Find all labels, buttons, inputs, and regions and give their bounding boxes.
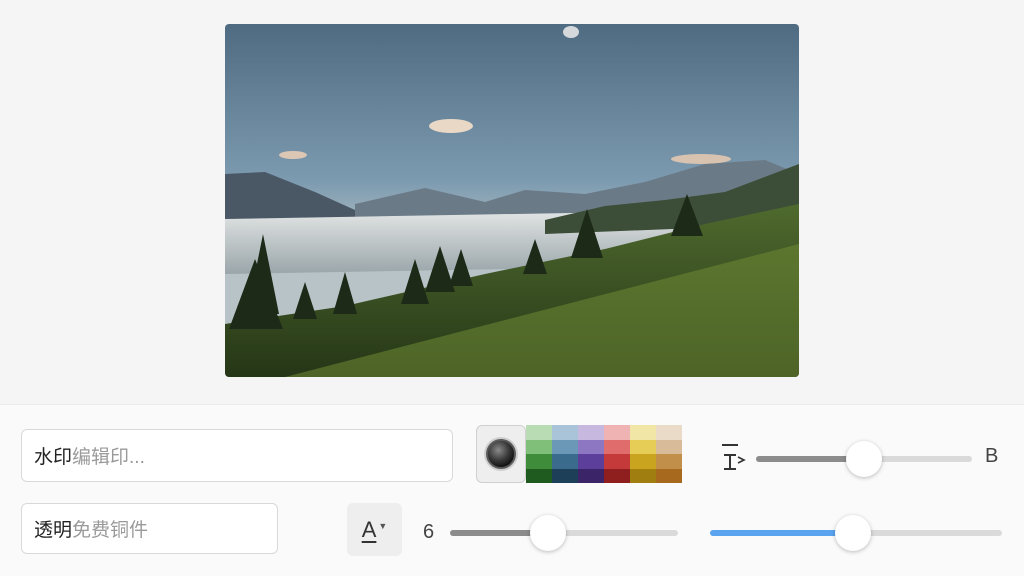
watermark-editor-panel: 水印 编辑印... 透明 免费铜件 B A ▼ 6	[0, 404, 1024, 576]
color-swatch[interactable]	[630, 468, 656, 483]
opacity-slider[interactable]	[710, 511, 1002, 555]
color-swatch[interactable]	[552, 425, 578, 440]
color-swatch[interactable]	[656, 468, 682, 483]
palette-column-5	[630, 425, 656, 483]
color-swatch[interactable]	[604, 439, 630, 454]
color-swatch[interactable]	[552, 439, 578, 454]
transparency-placeholder: 免费铜件	[72, 520, 149, 541]
color-swatch[interactable]	[630, 425, 656, 440]
color-palette	[526, 425, 682, 483]
camera-button[interactable]	[476, 425, 526, 483]
color-swatch[interactable]	[656, 454, 682, 469]
camera-lens-icon	[486, 439, 516, 469]
color-swatch[interactable]	[656, 439, 682, 454]
opacity-slider-fill	[710, 530, 854, 536]
watermark-text-field[interactable]: 水印 编辑印...	[21, 429, 453, 482]
watermark-text-placeholder: 编辑印...	[72, 447, 145, 468]
color-swatch[interactable]	[630, 454, 656, 469]
color-swatch[interactable]	[604, 425, 630, 440]
landscape-image	[225, 24, 799, 377]
color-swatch[interactable]	[526, 439, 552, 454]
text-height-slider[interactable]	[756, 437, 972, 481]
font-style-button[interactable]: A ▼	[347, 503, 402, 556]
palette-column-4	[604, 425, 630, 483]
color-swatch[interactable]	[526, 468, 552, 483]
bold-label: B	[985, 445, 999, 467]
color-swatch[interactable]	[578, 468, 604, 483]
color-swatch[interactable]	[578, 454, 604, 469]
color-swatch[interactable]	[578, 425, 604, 440]
palette-column-2	[552, 425, 578, 483]
text-height-icon	[722, 444, 746, 470]
color-swatch[interactable]	[656, 425, 682, 440]
color-swatch[interactable]	[552, 468, 578, 483]
chevron-down-icon: ▼	[378, 520, 388, 531]
font-style-label: A	[361, 516, 377, 542]
color-swatch[interactable]	[630, 439, 656, 454]
opacity-slider-thumb[interactable]	[835, 515, 872, 551]
palette-column-3	[578, 425, 604, 483]
palette-column-1	[526, 425, 552, 483]
palette-column-6	[656, 425, 682, 483]
transparency-value: 透明	[34, 520, 73, 541]
size-value: 6	[423, 521, 435, 543]
color-swatch[interactable]	[526, 425, 552, 440]
size-slider[interactable]	[450, 511, 678, 555]
color-swatch[interactable]	[604, 468, 630, 483]
color-swatch[interactable]	[526, 454, 552, 469]
image-preview	[225, 24, 799, 377]
watermark-text-value: 水印	[34, 447, 73, 468]
transparency-field[interactable]: 透明 免费铜件	[21, 503, 278, 554]
color-swatch[interactable]	[552, 454, 578, 469]
text-height-slider-thumb[interactable]	[846, 441, 882, 477]
color-swatch[interactable]	[604, 454, 630, 469]
size-slider-thumb[interactable]	[530, 515, 567, 551]
color-swatch[interactable]	[578, 439, 604, 454]
